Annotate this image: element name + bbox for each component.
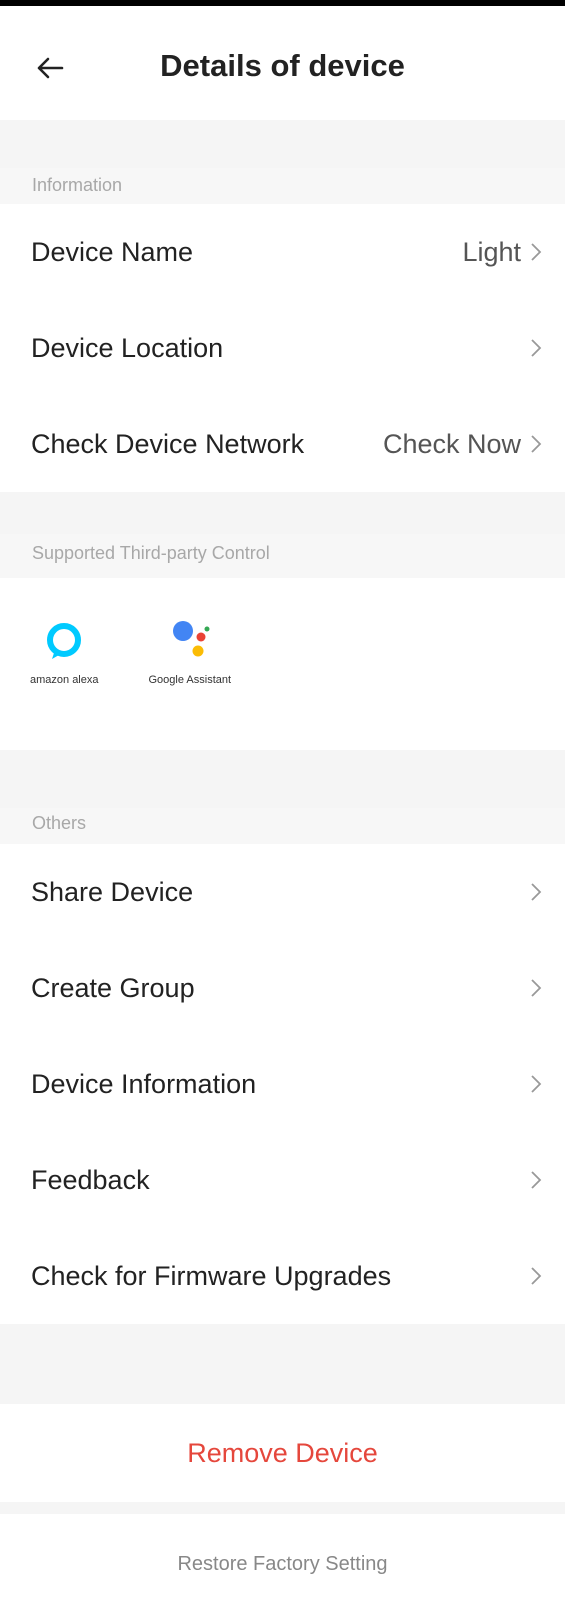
create-group-row[interactable]: Create Group	[0, 940, 565, 1036]
row-label: Device Name	[31, 236, 194, 267]
chevron-right-icon	[531, 883, 542, 901]
row-label: Feedback	[31, 1164, 150, 1195]
row-label: Create Group	[31, 972, 195, 1003]
firmware-upgrade-row[interactable]: Check for Firmware Upgrades	[0, 1228, 565, 1324]
row-label: Check for Firmware Upgrades	[31, 1260, 392, 1291]
restore-factory-button[interactable]: Restore Factory Setting	[0, 1514, 565, 1614]
remove-device-button[interactable]: Remove Device	[0, 1404, 565, 1502]
device-name-row[interactable]: Device Name Light	[0, 204, 565, 300]
chevron-right-icon	[531, 339, 542, 357]
device-name-value: Light	[462, 236, 521, 267]
section-label-information: Information	[0, 168, 565, 204]
alexa-item[interactable]: amazon alexa	[30, 618, 99, 686]
google-assistant-item[interactable]: Google Assistant	[148, 618, 232, 686]
device-information-row[interactable]: Device Information	[0, 1036, 565, 1132]
google-assistant-label: Google Assistant	[148, 674, 232, 686]
chevron-right-icon	[531, 243, 542, 261]
row-label: Device Information	[31, 1068, 257, 1099]
chevron-right-icon	[531, 435, 542, 453]
header: Details of device	[0, 6, 565, 120]
alexa-label: amazon alexa	[30, 674, 99, 686]
check-now-value: Check Now	[382, 428, 521, 459]
page-title: Details of device	[160, 48, 405, 83]
share-device-row[interactable]: Share Device	[0, 844, 565, 940]
back-button[interactable]	[30, 48, 70, 88]
chevron-right-icon	[531, 979, 542, 997]
chevron-right-icon	[531, 1267, 542, 1285]
section-gap	[0, 492, 565, 534]
section-label-others: Others	[0, 808, 565, 844]
section-label-third-party: Supported Third-party Control	[0, 534, 565, 578]
section-gap	[0, 1324, 565, 1404]
row-label: Device Location	[31, 332, 224, 363]
row-label: Check Device Network	[31, 428, 305, 459]
alexa-icon	[47, 623, 82, 659]
third-party-list: amazon alexa Google Assistant	[0, 578, 565, 750]
section-gap	[0, 750, 565, 808]
google-assistant-icon	[172, 621, 210, 657]
section-gap	[0, 120, 565, 168]
device-location-row[interactable]: Device Location	[0, 300, 565, 396]
chevron-right-icon	[531, 1171, 542, 1189]
check-network-row[interactable]: Check Device Network Check Now	[0, 396, 565, 492]
arrow-left-icon	[37, 57, 64, 79]
chevron-right-icon	[531, 1075, 542, 1093]
feedback-row[interactable]: Feedback	[0, 1132, 565, 1228]
section-gap	[0, 1502, 565, 1514]
row-label: Share Device	[31, 876, 194, 907]
